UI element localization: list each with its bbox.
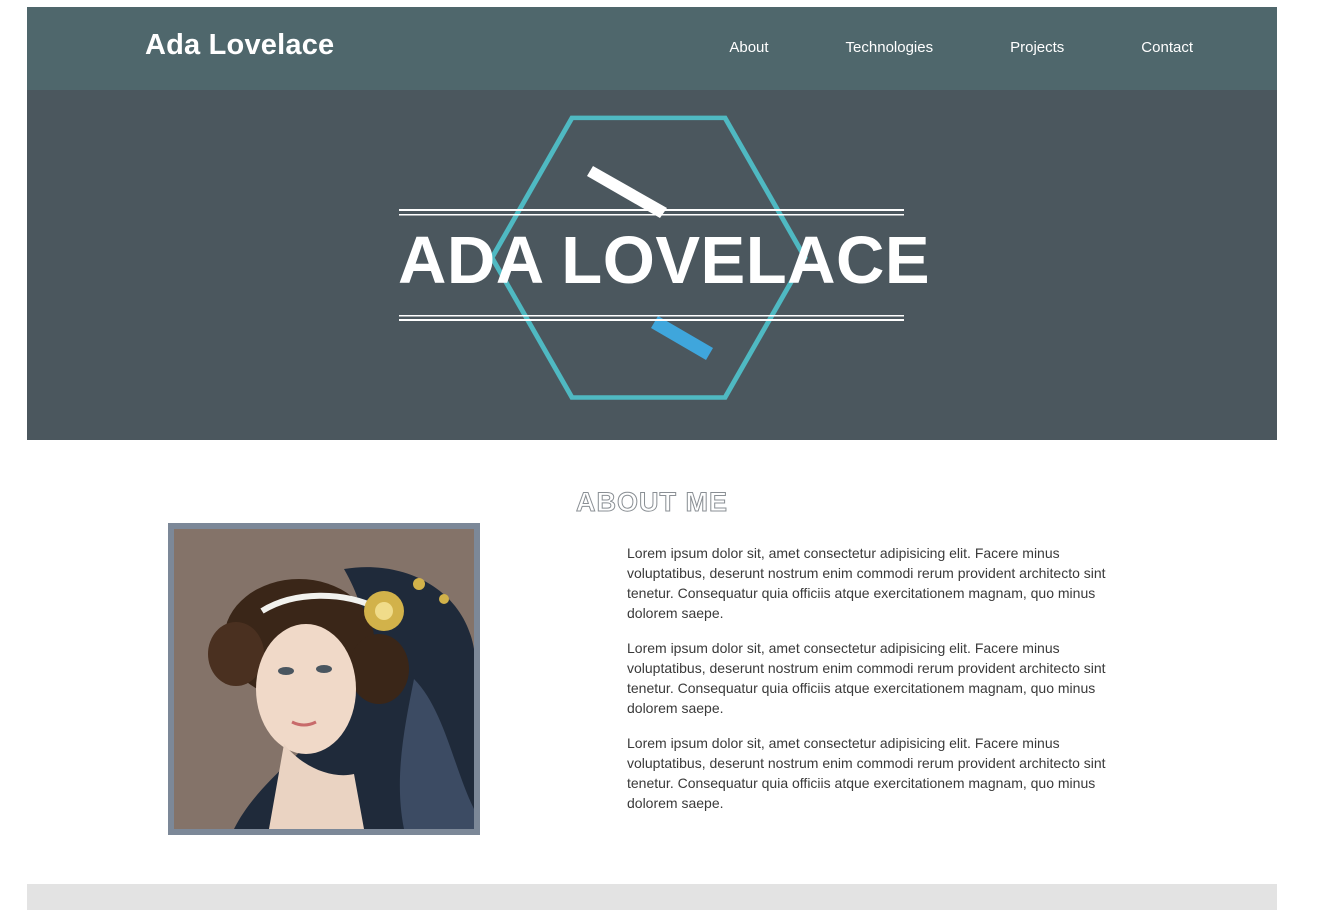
page: Ada Lovelace About Technologies Projects… [27,7,1277,910]
nav-link-about[interactable]: About [729,39,768,56]
about-heading: ABOUT ME [576,487,728,518]
hero-banner: ADA LOVELACE [27,90,1277,440]
title-rule-bottom [399,319,904,321]
nav-link-projects[interactable]: Projects [1010,39,1064,56]
title-rule-top [399,209,904,211]
portrait-image [174,529,474,829]
next-section-band [27,884,1277,910]
about-paragraph: Lorem ipsum dolor sit, amet consectetur … [627,640,1106,716]
portrait-frame [168,523,480,835]
logo-bar-bottom-icon [651,316,713,360]
brand-link[interactable]: Ada Lovelace [145,29,334,62]
title-rule-bottom-inner [399,315,904,317]
nav-links: About Technologies Projects Contact [652,39,1193,56]
about-paragraph: Lorem ipsum dolor sit, amet consectetur … [627,735,1106,811]
hero-title: ADA LOVELACE [398,223,931,298]
nav-link-technologies[interactable]: Technologies [846,39,934,56]
nav-link-contact[interactable]: Contact [1141,39,1193,56]
about-paragraph: Lorem ipsum dolor sit, amet consectetur … [627,545,1106,621]
navbar: Ada Lovelace About Technologies Projects… [27,7,1277,90]
about-text: Lorem ipsum dolor sit, amet consectetur … [627,543,1142,828]
